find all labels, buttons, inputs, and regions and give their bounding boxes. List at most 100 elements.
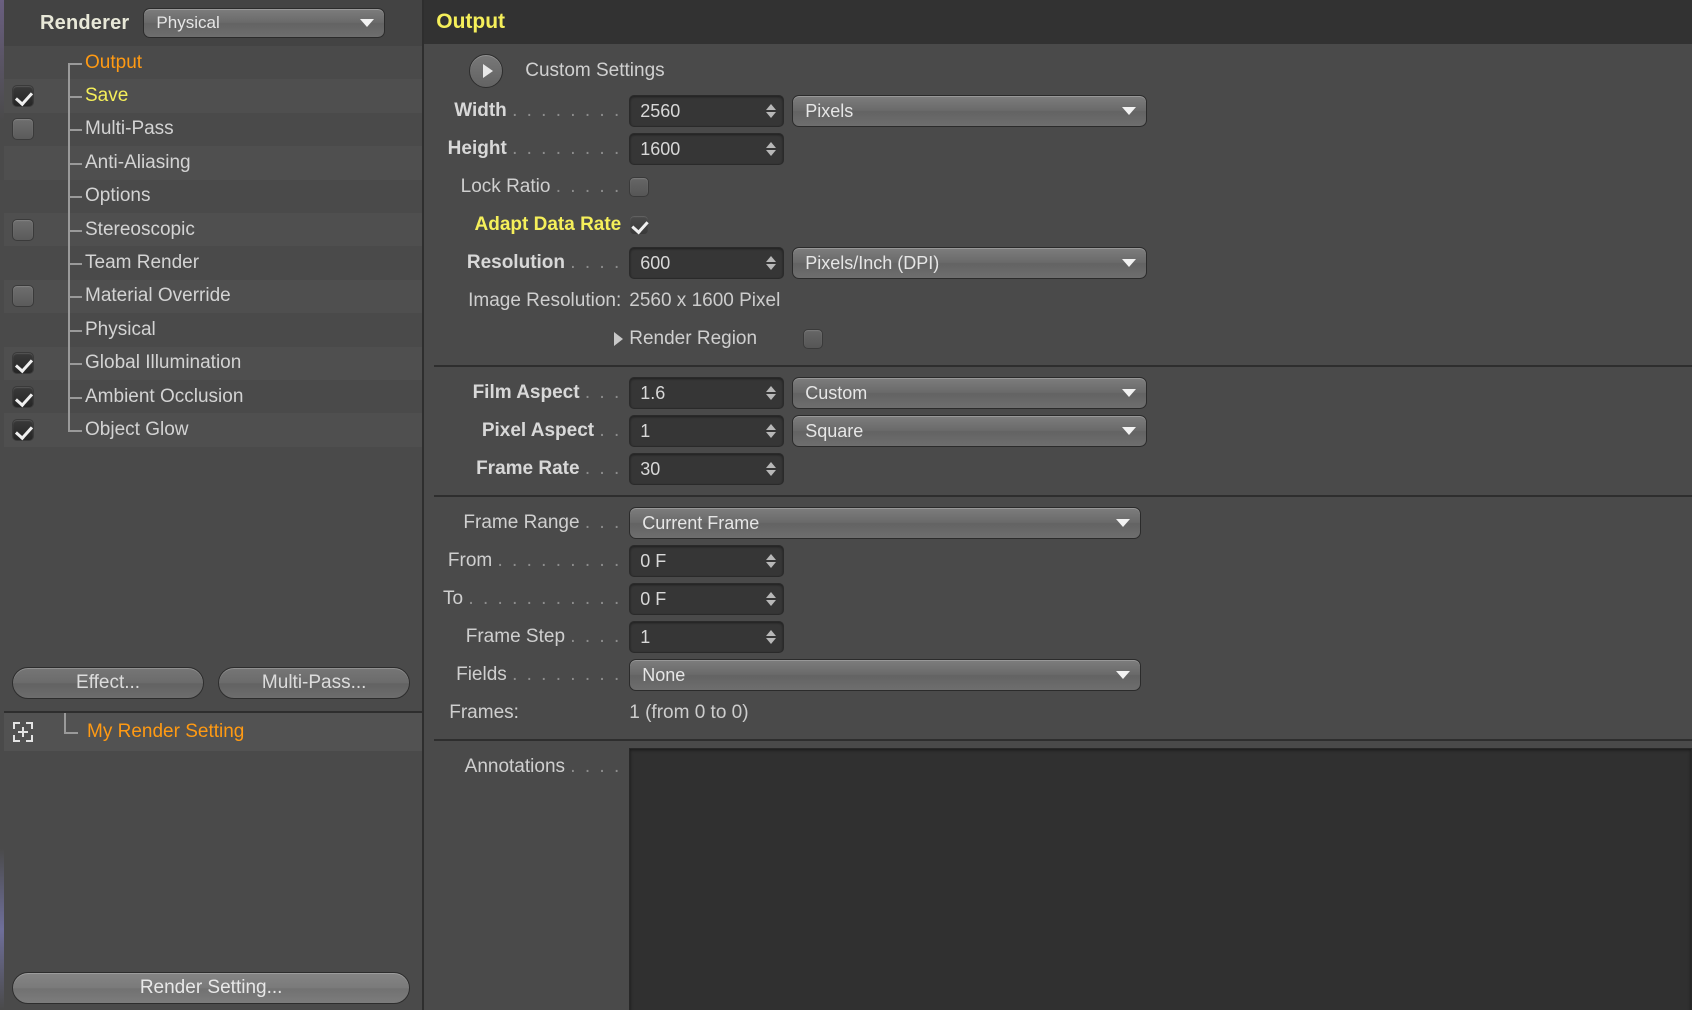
stereoscopic-checkbox[interactable] [11, 218, 34, 241]
to-stepper[interactable] [766, 592, 777, 606]
frame-range-dropdown[interactable]: Current Frame [629, 507, 1142, 539]
image-resolution-value: 2560 x 1600 Pixel [629, 290, 781, 311]
resolution-label: Resolution . . . . [466, 252, 622, 273]
frames-value: 1 (from 0 to 0) [629, 702, 749, 723]
frame-step-input[interactable]: 1 [629, 621, 785, 653]
annotations-textarea[interactable] [629, 748, 1692, 1010]
custom-settings-label: Custom Settings [525, 60, 665, 81]
sidebar-button-row: Effect... Multi-Pass... [0, 667, 422, 711]
material-override-checkbox[interactable] [11, 285, 34, 308]
tree-row-save[interactable]: Save [0, 79, 423, 113]
multi-pass-button[interactable]: Multi-Pass... [218, 667, 411, 700]
render-setting-button[interactable]: Render Setting... [12, 972, 411, 1004]
frame-rate-input[interactable]: 30 [629, 453, 785, 485]
tree-item-label: Multi-Pass [85, 118, 174, 140]
render-setting-button-wrap: Render Setting... [0, 972, 422, 1010]
tree-row-stereoscopic[interactable]: Stereoscopic [0, 212, 423, 247]
sidebar: Renderer Physical Output Save Multi-Pass… [0, 0, 425, 1010]
tree-row-multi-pass[interactable]: Multi-Pass [0, 112, 422, 147]
pixel-aspect-input[interactable]: 1 [629, 415, 785, 447]
tree-connector [45, 79, 85, 113]
effect-button[interactable]: Effect... [12, 667, 205, 700]
play-triangle-icon[interactable] [469, 54, 504, 88]
pixel-aspect-label: Pixel Aspect . . [481, 420, 622, 441]
from-row: From . . . . . . . . . 0 F [424, 542, 1692, 580]
frame-rate-stepper[interactable] [766, 462, 777, 476]
film-aspect-stepper[interactable] [766, 386, 777, 400]
tree-row-options[interactable]: Options [0, 179, 422, 213]
height-stepper[interactable] [766, 142, 777, 156]
checkbox-slot-object-glow[interactable] [0, 418, 45, 441]
to-input[interactable]: 0 F [629, 583, 785, 615]
tree-connector [45, 313, 85, 347]
tree-row-ambient-occlusion[interactable]: Ambient Occlusion [0, 379, 422, 414]
pixel-aspect-preset-dropdown[interactable]: Square [792, 415, 1148, 447]
pixel-aspect-row: Pixel Aspect . . 1 Square [424, 412, 1692, 450]
render-region-checkbox[interactable] [803, 329, 824, 349]
lock-ratio-label: Lock Ratio . . . . . [460, 176, 622, 197]
tree-connector [45, 379, 85, 414]
my-render-setting-row[interactable]: My Render Setting [0, 713, 423, 752]
chevron-down-icon [1116, 519, 1131, 527]
chevron-down-icon [1122, 427, 1137, 435]
tree-item-label: Ambient Occlusion [85, 385, 244, 407]
render-region-row: Render Region [424, 320, 1692, 358]
pixel-aspect-stepper[interactable] [766, 424, 777, 438]
checkbox-slot-global-illumination[interactable] [0, 352, 45, 375]
checkbox-slot-ambient-occlusion[interactable] [0, 385, 45, 408]
frame-step-stepper[interactable] [766, 630, 777, 644]
lock-ratio-checkbox[interactable] [629, 177, 650, 197]
tree-row-material-override[interactable]: Material Override [0, 279, 423, 314]
height-input[interactable]: 1600 [629, 133, 785, 165]
global-illumination-checkbox[interactable] [11, 352, 34, 375]
to-label: To . . . . . . . . . . . [443, 588, 622, 609]
ambient-occlusion-checkbox[interactable] [11, 385, 34, 408]
from-label: From . . . . . . . . . [447, 550, 622, 571]
tree-row-object-glow[interactable]: Object Glow [0, 413, 423, 447]
checkbox-slot-stereoscopic[interactable] [0, 218, 45, 241]
resolution-input[interactable]: 600 [629, 247, 785, 279]
frame-range-row: Frame Range . . . Current Frame [424, 504, 1692, 542]
my-render-setting-label: My Render Setting [87, 721, 245, 743]
chevron-down-icon [1116, 671, 1131, 679]
object-glow-checkbox[interactable] [11, 418, 34, 441]
checkbox-slot-save[interactable] [0, 85, 45, 108]
film-aspect-input[interactable]: 1.6 [629, 377, 785, 409]
resolution-stepper[interactable] [766, 256, 777, 270]
tree-row-team-render[interactable]: Team Render [0, 246, 422, 280]
render-region-label: Render Region [629, 328, 758, 349]
tree-item-label: Global Illumination [85, 352, 242, 374]
from-stepper[interactable] [766, 554, 777, 568]
chevron-down-icon [1122, 389, 1137, 397]
render-settings-window: Renderer Physical Output Save Multi-Pass… [0, 0, 1692, 1010]
tree-item-label: Object Glow [85, 418, 189, 440]
save-checkbox[interactable] [11, 85, 34, 108]
checkbox-slot-material-override[interactable] [0, 285, 45, 308]
frames-label: Frames: [449, 702, 519, 723]
checkbox-slot-multi-pass[interactable] [0, 118, 45, 141]
width-input[interactable]: 2560 [629, 95, 785, 127]
tree-row-output[interactable]: Output [0, 46, 422, 80]
output-form: Custom Settings Width . . . . . . . . 25… [424, 44, 1692, 1010]
tree-connector [45, 279, 85, 314]
chevron-down-icon [1122, 259, 1137, 267]
height-label: Height . . . . . . . . [447, 138, 622, 159]
render-region-disclosure[interactable] [605, 332, 629, 346]
custom-settings-row: Custom Settings [424, 50, 1692, 92]
fields-dropdown[interactable]: None [629, 659, 1142, 691]
tree-row-global-illumination[interactable]: Global Illumination [0, 346, 423, 380]
width-stepper[interactable] [766, 104, 777, 118]
frame-step-label: Frame Step . . . . [465, 626, 622, 647]
adapt-data-rate-checkbox[interactable] [629, 215, 650, 235]
resolution-unit-dropdown[interactable]: Pixels/Inch (DPI) [792, 247, 1148, 279]
chevron-down-icon [360, 19, 375, 27]
film-aspect-preset-dropdown[interactable]: Custom [792, 377, 1148, 409]
multi-pass-checkbox[interactable] [11, 118, 34, 141]
chevron-down-icon [1122, 107, 1137, 115]
tree-row-physical[interactable]: Physical [0, 313, 422, 347]
from-input[interactable]: 0 F [629, 545, 785, 577]
width-unit-dropdown[interactable]: Pixels [792, 95, 1148, 127]
renderer-dropdown[interactable]: Physical [143, 8, 386, 38]
tree-row-anti-aliasing[interactable]: Anti-Aliasing [0, 146, 423, 180]
section-divider-1 [434, 365, 1692, 367]
